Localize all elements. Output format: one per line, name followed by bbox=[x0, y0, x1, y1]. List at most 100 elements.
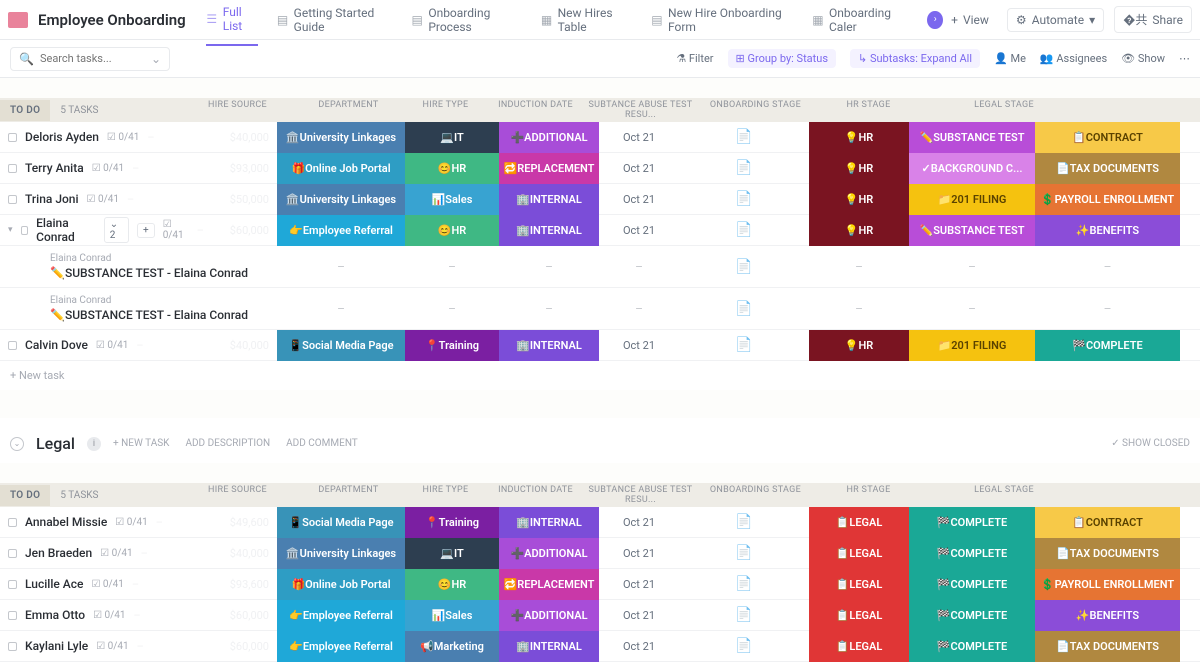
department-chip[interactable]: 💻IT bbox=[405, 122, 499, 153]
task-name[interactable]: Jen Braeden bbox=[25, 546, 92, 560]
legal-stage-chip[interactable]: 📄TAX DOCUMENTS bbox=[1035, 631, 1180, 662]
task-name[interactable]: Annabel Missie bbox=[25, 515, 107, 529]
subtask-count[interactable]: ⌄ 2 bbox=[104, 217, 129, 243]
department-chip[interactable]: 📍Training bbox=[405, 330, 499, 361]
department-chip[interactable]: 😊HR bbox=[405, 153, 499, 184]
col-substance[interactable]: SUBTANCE ABUSE TEST RESU... bbox=[575, 100, 705, 120]
status-dot[interactable] bbox=[8, 133, 17, 142]
hire-type-chip[interactable]: ➕ADDITIONAL bbox=[499, 538, 599, 569]
department-chip[interactable]: 😊HR bbox=[405, 215, 499, 246]
substance-doc-icon[interactable]: 📄 bbox=[679, 576, 809, 592]
tab-onboarding-calendar[interactable]: ▦Onboarding Caler bbox=[812, 0, 910, 45]
hire-source-chip[interactable]: 📱Social Media Page bbox=[277, 507, 405, 538]
more-icon[interactable]: ⋯ bbox=[1179, 52, 1190, 65]
substance-doc-icon[interactable]: 📄 bbox=[679, 301, 809, 317]
legal-stage-chip[interactable]: 📄TAX DOCUMENTS bbox=[1035, 153, 1180, 184]
legal-stage-chip[interactable]: 📄TAX DOCUMENTS bbox=[1035, 538, 1180, 569]
task-name[interactable]: Kaylani Lyle bbox=[25, 639, 88, 653]
task-row[interactable]: Terry Anita ☑ 0/41 – $93,000 🎁Online Job… bbox=[0, 153, 1200, 184]
induction-date-cell[interactable]: Oct 21 bbox=[599, 516, 679, 529]
task-row[interactable]: Lucille Ace ☑ 0/41 – $93,600 🎁Online Job… bbox=[0, 569, 1200, 600]
task-row[interactable]: Annabel Missie ☑ 0/41 – $49,600 📱Social … bbox=[0, 507, 1200, 538]
hire-source-chip[interactable]: 🏛️University Linkages bbox=[277, 184, 405, 215]
department-chip[interactable]: 📊Sales bbox=[405, 184, 499, 215]
status-dot[interactable] bbox=[8, 341, 17, 350]
legal-stage-chip[interactable]: 📋CONTRACT bbox=[1035, 507, 1180, 538]
task-name[interactable]: Trina Joni bbox=[25, 192, 79, 206]
induction-date-cell[interactable]: Oct 21 bbox=[599, 131, 679, 144]
task-row[interactable]: Calvin Dove ☑ 0/41 – $40,000 📱Social Med… bbox=[0, 330, 1200, 361]
me-button[interactable]: 👤 Me bbox=[994, 52, 1026, 65]
subtask-row[interactable]: Elaina Conrad ✏️SUBSTANCE TEST - Elaina … bbox=[0, 288, 1200, 330]
tabs-scroll-right-icon[interactable]: › bbox=[927, 11, 943, 29]
status-dot[interactable] bbox=[8, 642, 17, 651]
col-hr-stage[interactable]: HR STAGE bbox=[805, 485, 931, 505]
hire-type-chip[interactable]: 🏢INTERNAL bbox=[499, 631, 599, 662]
substance-doc-icon[interactable]: 📄 bbox=[679, 160, 809, 176]
hr-stage-chip[interactable]: 🏁COMPLETE bbox=[909, 600, 1035, 631]
group-by-button[interactable]: ⊞ Group by: Status bbox=[728, 49, 836, 68]
col-hire-source[interactable]: HIRE SOURCE bbox=[173, 485, 301, 505]
task-name[interactable]: Elaina Conrad bbox=[36, 216, 96, 244]
subtask-title[interactable]: ✏️SUBSTANCE TEST - Elaina Conrad bbox=[50, 308, 248, 322]
hr-stage-chip[interactable]: 🏁COMPLETE bbox=[909, 631, 1035, 662]
col-legal-stage[interactable]: LEGAL STAGE bbox=[931, 485, 1076, 505]
task-name[interactable]: Lucille Ace bbox=[25, 577, 83, 591]
hire-source-chip[interactable]: 👉Employee Referral bbox=[277, 600, 405, 631]
subtask-row[interactable]: Elaina Conrad ✏️SUBSTANCE TEST - Elaina … bbox=[0, 246, 1200, 288]
chevron-down-icon[interactable]: ⌄ bbox=[151, 52, 161, 66]
add-subtask-button[interactable]: + bbox=[137, 223, 155, 238]
collapse-icon[interactable]: ⌄ bbox=[10, 437, 24, 451]
task-row[interactable]: Trina Joni ☑ 0/41 – $50,000 🏛️University… bbox=[0, 184, 1200, 215]
induction-date-cell[interactable]: Oct 21 bbox=[599, 224, 679, 237]
expand-icon[interactable]: ▾ bbox=[8, 225, 13, 235]
status-dot[interactable] bbox=[21, 226, 29, 235]
show-closed-button[interactable]: ✓ SHOW CLOSED bbox=[1111, 438, 1190, 449]
status-label[interactable]: TO DO bbox=[0, 100, 50, 121]
info-icon[interactable]: i bbox=[87, 437, 101, 451]
hr-stage-chip[interactable]: 🏁COMPLETE bbox=[909, 569, 1035, 600]
hire-source-chip[interactable]: 🎁Online Job Portal bbox=[277, 153, 405, 184]
induction-date-cell[interactable]: Oct 21 bbox=[599, 547, 679, 560]
col-department[interactable]: DEPARTMENT bbox=[301, 100, 395, 120]
hire-source-chip[interactable]: 👉Employee Referral bbox=[277, 631, 405, 662]
hire-type-chip[interactable]: 🏢INTERNAL bbox=[499, 184, 599, 215]
legal-stage-chip[interactable]: ✨BENEFITS bbox=[1035, 600, 1180, 631]
substance-doc-icon[interactable]: 📄 bbox=[679, 259, 809, 275]
task-name[interactable]: Terry Anita bbox=[25, 161, 84, 175]
status-dot[interactable] bbox=[8, 611, 17, 620]
hr-stage-chip[interactable]: ✏️SUBSTANCE TEST bbox=[909, 122, 1035, 153]
task-row[interactable]: Kaylani Lyle ☑ 0/41 – $60,000 👉Employee … bbox=[0, 631, 1200, 662]
onboarding-stage-chip[interactable]: 💡HR bbox=[809, 330, 909, 361]
hire-type-chip[interactable]: 🏢INTERNAL bbox=[499, 507, 599, 538]
hire-type-chip[interactable]: 🔁REPLACEMENT bbox=[499, 569, 599, 600]
department-chip[interactable]: 📢Marketing bbox=[405, 631, 499, 662]
hr-stage-chip[interactable]: 📁201 FILING bbox=[909, 184, 1035, 215]
col-hire-source[interactable]: HIRE SOURCE bbox=[173, 100, 301, 120]
department-chip[interactable]: 📍Training bbox=[405, 507, 499, 538]
group-title[interactable]: Legal bbox=[36, 434, 75, 453]
onboarding-stage-chip[interactable]: 📋LEGAL bbox=[809, 507, 909, 538]
hr-stage-chip[interactable]: 🏁COMPLETE bbox=[909, 507, 1035, 538]
hire-source-chip[interactable]: 🎁Online Job Portal bbox=[277, 569, 405, 600]
hire-type-chip[interactable]: 🏢INTERNAL bbox=[499, 330, 599, 361]
substance-doc-icon[interactable]: 📄 bbox=[679, 337, 809, 353]
assignees-button[interactable]: 👥 Assignees bbox=[1040, 52, 1107, 65]
col-hire-type[interactable]: HIRE TYPE bbox=[395, 100, 495, 120]
hire-type-chip[interactable]: 🏢INTERNAL bbox=[499, 215, 599, 246]
hire-source-chip[interactable]: 🏛️University Linkages bbox=[277, 122, 405, 153]
status-dot[interactable] bbox=[8, 580, 17, 589]
legal-stage-chip[interactable]: ✨BENEFITS bbox=[1035, 215, 1180, 246]
status-label[interactable]: TO DO bbox=[0, 485, 50, 506]
task-name[interactable]: Calvin Dove bbox=[25, 338, 88, 352]
tab-getting-started[interactable]: ▤Getting Started Guide bbox=[276, 0, 393, 45]
col-onboarding-stage[interactable]: ONBOARDING STAGE bbox=[705, 100, 805, 120]
col-induction-date[interactable]: INDUCTION DATE bbox=[495, 485, 575, 505]
onboarding-stage-chip[interactable]: 💡HR bbox=[809, 184, 909, 215]
hire-type-chip[interactable]: ➕ADDITIONAL bbox=[499, 600, 599, 631]
onboarding-stage-chip[interactable]: 📋LEGAL bbox=[809, 569, 909, 600]
search-input[interactable] bbox=[40, 52, 145, 65]
col-induction-date[interactable]: INDUCTION DATE bbox=[495, 100, 575, 120]
task-row[interactable]: Emma Otto ☑ 0/41 – $60,000 👉Employee Ref… bbox=[0, 600, 1200, 631]
legal-stage-chip[interactable]: 💲PAYROLL ENROLLMENT bbox=[1035, 569, 1180, 600]
